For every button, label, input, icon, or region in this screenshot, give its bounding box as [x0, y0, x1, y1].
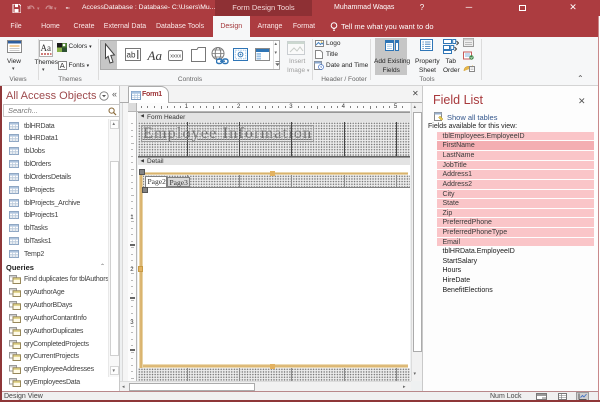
svg-text:ab: ab: [126, 51, 135, 60]
svg-text:Aa: Aa: [41, 43, 52, 53]
svg-text:A: A: [59, 61, 64, 70]
svg-text:xxxx: xxxx: [170, 54, 181, 60]
